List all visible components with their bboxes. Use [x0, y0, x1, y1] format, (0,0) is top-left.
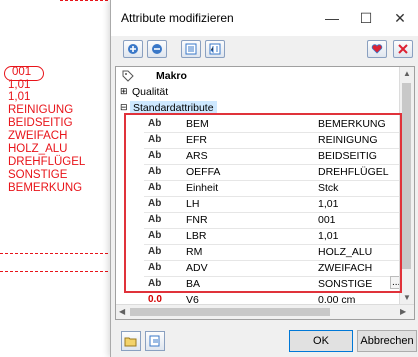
attribute-name: OEFFA: [186, 166, 221, 178]
tree-node-label: Standardattribute: [130, 101, 217, 115]
cad-text-line: 001: [12, 66, 32, 78]
cad-text-line: SONSTIGE: [8, 169, 68, 181]
dialog-title: Attribute modifizieren: [121, 11, 234, 25]
attribute-name: ADV: [186, 262, 208, 274]
close-button[interactable]: ✕: [385, 6, 415, 30]
attribute-value[interactable]: 1,01: [318, 230, 338, 242]
attribute-name: RM: [186, 246, 203, 258]
attribute-name: EFR: [186, 134, 207, 146]
attribute-value[interactable]: Stck: [318, 182, 338, 194]
text-type-icon: Ab: [148, 198, 162, 209]
text-type-icon: Ab: [148, 230, 162, 241]
attribute-row[interactable]: Ab BA SONSTIGE ...: [116, 276, 403, 293]
text-type-icon: Ab: [148, 182, 162, 193]
attribute-dialog: Attribute modifizieren — ☐ ✕ Makro ⊞ Qua…: [110, 0, 418, 357]
cad-text-line: 1,01: [8, 91, 31, 103]
cancel-button[interactable]: Abbrechen: [357, 330, 417, 352]
scroll-left-icon[interactable]: ◀: [119, 307, 125, 316]
attribute-name: FNR: [186, 214, 208, 226]
attribute-row[interactable]: Ab Einheit Stck: [116, 181, 402, 197]
tree-node[interactable]: ⊞ Qualität: [116, 85, 402, 101]
attribute-value[interactable]: 001: [318, 214, 336, 226]
attribute-value[interactable]: ZWEIFACH: [318, 262, 372, 274]
tree-root[interactable]: Makro: [116, 69, 402, 85]
cad-dashed-line: [0, 271, 108, 272]
text-type-icon: Ab: [148, 134, 162, 145]
attribute-value[interactable]: BEMERKUNG: [318, 118, 386, 130]
attribute-row[interactable]: Ab FNR 001: [116, 213, 402, 229]
delete-attribute-icon[interactable]: [393, 40, 413, 58]
attribute-name: Einheit: [186, 182, 219, 194]
attribute-row[interactable]: Ab OEFFA DREHFLÜGEL: [116, 165, 402, 181]
collapse-all-icon[interactable]: [147, 40, 167, 58]
cad-text-line: BEMERKUNG: [8, 182, 83, 194]
attribute-row[interactable]: Ab RM HOLZ_ALU: [116, 245, 402, 261]
text-type-icon: Ab: [148, 278, 162, 289]
attribute-value[interactable]: BEIDSEITIG: [318, 150, 377, 162]
text-type-icon: Ab: [148, 262, 162, 273]
tree-node-label: Qualität: [132, 86, 169, 98]
cad-text-line: ZWEIFACH: [8, 130, 68, 142]
minimize-button[interactable]: —: [317, 6, 347, 30]
scroll-right-icon[interactable]: ▶: [400, 307, 406, 316]
favorites-icon[interactable]: [367, 40, 387, 58]
text-type-icon: Ab: [148, 246, 162, 257]
list-view-icon[interactable]: [181, 40, 201, 58]
attribute-row[interactable]: Ab LH 1,01: [116, 197, 402, 213]
vertical-scrollbar[interactable]: ▲ ▼: [399, 67, 414, 305]
attribute-value[interactable]: HOLZ_ALU: [318, 246, 372, 258]
text-type-icon: Ab: [148, 150, 162, 161]
cad-text-line: HOLZ_ALU: [8, 143, 68, 155]
tag-icon: [122, 70, 134, 85]
scroll-up-icon[interactable]: ▲: [403, 69, 411, 78]
cad-text-line: BEIDSEITIG: [8, 117, 73, 129]
expand-all-icon[interactable]: [123, 40, 143, 58]
attribute-value[interactable]: DREHFLÜGEL: [318, 166, 389, 178]
export-icon[interactable]: [145, 331, 165, 351]
cad-text-line: 1,01: [8, 79, 31, 91]
attribute-name: LBR: [186, 230, 207, 242]
horizontal-scrollbar[interactable]: ◀ ▶: [116, 304, 414, 319]
attribute-row[interactable]: Ab BEM BEMERKUNG: [116, 117, 402, 133]
toolbar: [111, 36, 418, 66]
attribute-name: BA: [186, 278, 201, 290]
attribute-value[interactable]: REINIGUNG: [318, 134, 378, 146]
attribute-value[interactable]: SONSTIGE: [318, 278, 372, 290]
tree-root-label: Makro: [156, 70, 187, 82]
sort-icon[interactable]: [205, 40, 225, 58]
text-type-icon: Ab: [148, 166, 162, 177]
text-type-icon: Ab: [148, 214, 162, 225]
open-folder-icon[interactable]: [121, 331, 141, 351]
collapse-icon[interactable]: ⊟: [120, 102, 128, 113]
attribute-grid: Makro ⊞ Qualität ⊟ Standardattribute Ab …: [115, 66, 415, 320]
attribute-row[interactable]: Ab ADV ZWEIFACH: [116, 261, 402, 277]
text-type-icon: Ab: [148, 118, 162, 129]
title-bar: Attribute modifizieren — ☐ ✕: [111, 0, 418, 36]
attribute-name: LH: [186, 198, 200, 210]
attribute-name: BEM: [186, 118, 209, 130]
horizontal-scroll-thumb[interactable]: [130, 308, 330, 316]
attribute-value[interactable]: 1,01: [318, 198, 338, 210]
cad-dashed-line-top: [60, 0, 108, 1]
vertical-scroll-thumb[interactable]: [402, 83, 411, 269]
attribute-row[interactable]: Ab LBR 1,01: [116, 229, 402, 245]
cad-text-line: DREHFLÜGEL: [8, 156, 86, 168]
maximize-button[interactable]: ☐: [351, 6, 381, 30]
cad-text-line: REINIGUNG: [8, 104, 74, 116]
attribute-row[interactable]: Ab EFR REINIGUNG: [116, 133, 402, 149]
tree-node-selected[interactable]: ⊟ Standardattribute: [116, 101, 402, 117]
cad-dashed-line: [0, 253, 108, 254]
ok-button[interactable]: OK: [289, 330, 353, 352]
expand-icon[interactable]: ⊞: [120, 86, 128, 97]
attribute-row[interactable]: Ab ARS BEIDSEITIG: [116, 149, 402, 165]
attribute-name: ARS: [186, 150, 208, 162]
scroll-down-icon[interactable]: ▼: [403, 293, 411, 302]
